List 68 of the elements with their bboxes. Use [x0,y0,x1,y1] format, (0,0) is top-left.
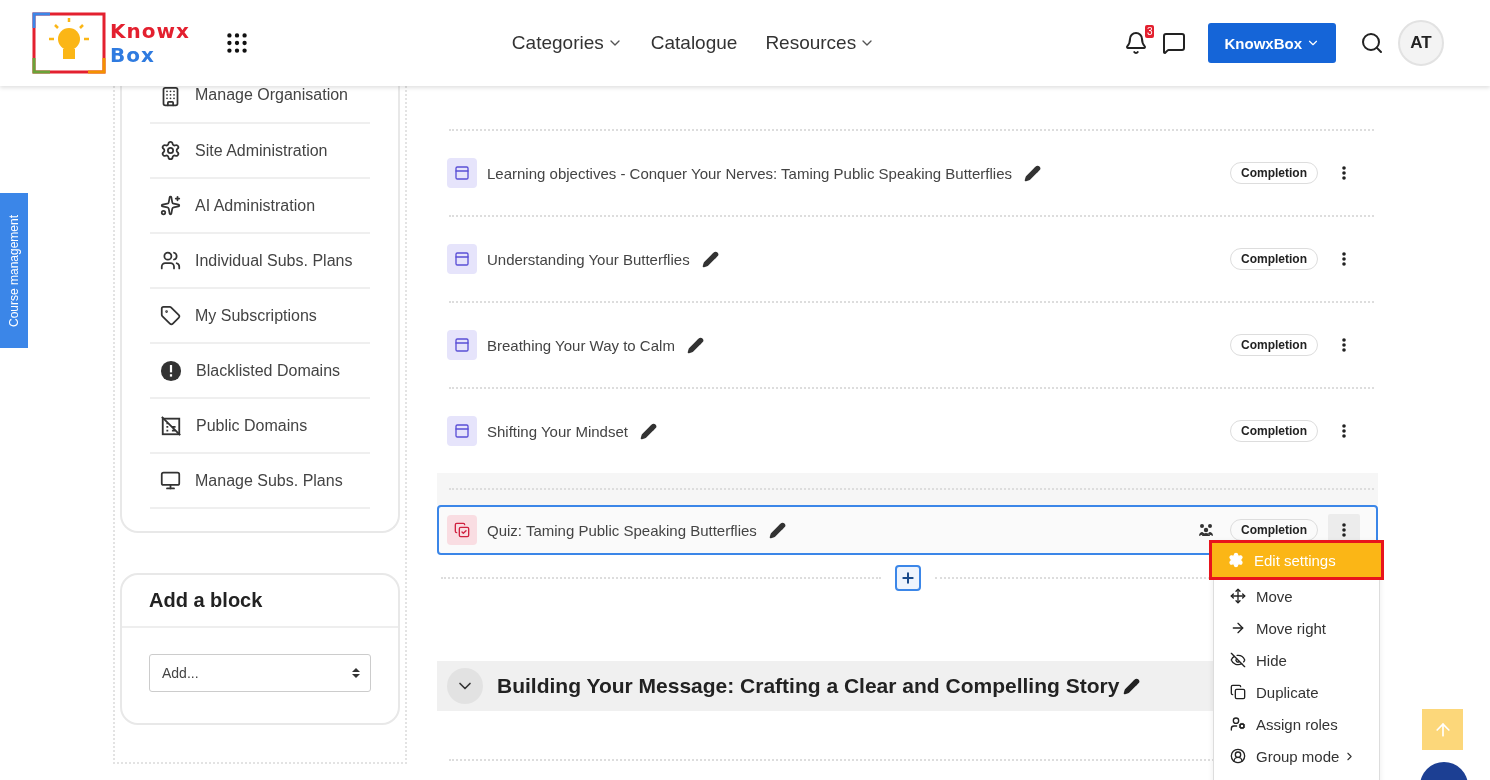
users-icon [160,250,181,271]
edit-pencil-icon[interactable] [686,336,704,354]
menu-item[interactable]: Hide [1214,644,1379,676]
user-cog-icon [1230,716,1246,732]
edit-pencil-icon[interactable] [768,521,786,539]
block-title: Add a block [122,575,398,628]
search-icon[interactable] [1360,31,1384,55]
user-circle-icon [1230,748,1246,764]
add-block-select[interactable]: Add... [149,654,371,692]
logo-text: Box [110,43,156,67]
page-icon [447,244,477,274]
message-icon[interactable] [1162,31,1187,55]
building-icon [160,86,181,107]
page-icon [447,416,477,446]
arrow-right-icon [1230,620,1246,636]
notification-count: 3 [1144,25,1155,38]
add-activity-button[interactable] [894,565,921,591]
more-icon [1342,523,1346,537]
activity-title[interactable]: Understanding Your Butterflies [487,250,690,268]
monitor-icon [160,470,181,491]
quiz-icon [447,515,477,545]
sidebar-item[interactable]: Site Administration [150,124,370,179]
sidebar-item[interactable]: Public Domains [150,399,370,454]
menu-item[interactable]: Assign roles [1214,708,1379,740]
edit-pencil-icon[interactable] [701,250,719,268]
settings-icon [160,140,181,161]
nav-link[interactable]: Categories [511,32,623,54]
activity-title[interactable]: Breathing Your Way to Calm [487,336,675,354]
sidebar-item[interactable]: Manage Organisation [150,86,370,124]
page-icon [447,330,477,360]
user-avatar[interactable]: AT [1398,20,1444,66]
select-arrows-icon [352,667,360,679]
building-off-icon [160,414,182,437]
menu-item[interactable]: Move [1214,580,1379,612]
settings-icon [1228,552,1244,568]
org-menu-button[interactable]: KnowxBox [1208,23,1336,63]
alert-icon [160,359,182,382]
activity-title[interactable]: Learning objectives - Conquer Your Nerves: Taming Public Speaking Butterflies [487,164,1013,182]
eye-off-icon [1230,652,1246,668]
nav-link[interactable]: Catalogue [650,32,738,54]
sidebar-item[interactable]: Blacklisted Domains [150,344,370,399]
menu-item[interactable]: Move right [1214,612,1379,644]
more-icon [1342,424,1346,438]
activity-title[interactable]: Shifting Your Mindset [487,422,628,440]
section-title-text: Building Your Message: Crafting a Clear and Compelling Story [497,674,1120,698]
edit-pencil-icon[interactable] [639,422,657,440]
tag-icon [160,305,181,326]
page-icon [447,158,477,188]
notification-bell-icon[interactable] [1124,31,1149,55]
course-management-tab[interactable]: Course management [0,193,28,348]
copy-icon [1230,684,1246,700]
plus-icon [899,570,916,586]
sidebar-item[interactable]: AI Administration [150,179,370,234]
more-icon [1342,166,1346,180]
sparkles-icon [160,195,181,216]
activity-title[interactable]: Quiz: Taming Public Speaking Butterflies [487,521,757,539]
move-icon [1230,588,1246,604]
edit-pencil-icon[interactable] [1024,164,1042,182]
sidebar-item[interactable]: My Subscriptions [150,289,370,344]
sidebar-item[interactable]: Individual Subs. Plans [150,234,370,289]
more-icon [1342,338,1346,352]
logo-text: Knowx [110,19,190,43]
menu-item[interactable]: Group mode [1214,740,1379,772]
more-icon [1342,252,1346,266]
nav-link[interactable]: Resources [765,32,876,54]
edit-pencil-icon[interactable] [1123,677,1141,695]
menu-item[interactable]: Duplicate [1214,676,1379,708]
sidebar-item[interactable]: Manage Subs. Plans [150,454,370,509]
